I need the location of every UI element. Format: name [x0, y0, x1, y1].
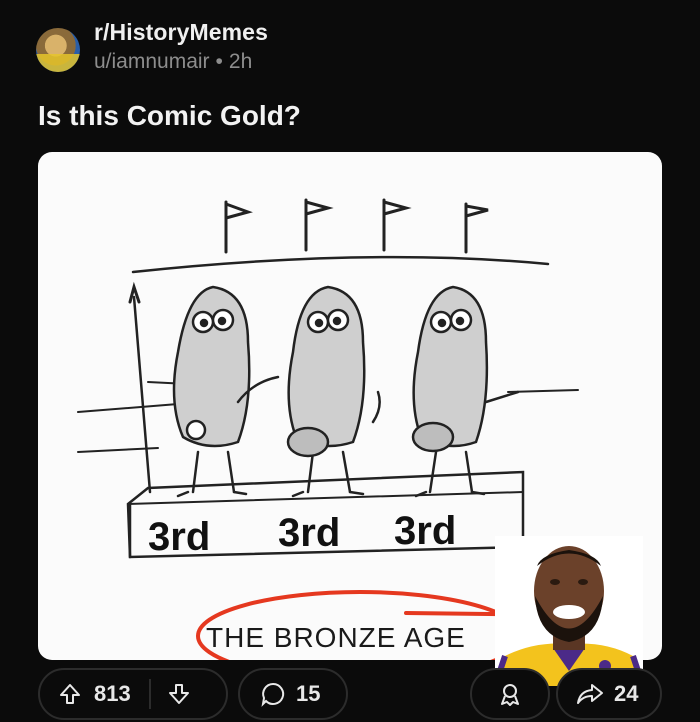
award-icon: [497, 681, 523, 707]
podium-label-2: 3rd: [278, 511, 340, 555]
downvote-icon[interactable]: [167, 682, 191, 706]
caveman-2: [286, 285, 381, 498]
upvote-icon[interactable]: [58, 682, 82, 706]
vote-divider: [148, 679, 151, 709]
podium-label-3: 3rd: [394, 509, 456, 553]
flag-1: [224, 200, 253, 254]
vote-pill: 813: [38, 668, 228, 720]
post-age: 2h: [228, 50, 253, 73]
flag-3: [382, 198, 412, 252]
author-name[interactable]: u/iamnumair: [94, 50, 210, 73]
podium-label-1: 3rd: [148, 515, 210, 559]
flag-4: [464, 202, 489, 254]
action-bar: 813 15 24: [0, 668, 700, 722]
award-button[interactable]: [470, 668, 550, 720]
upvote-count: 813: [94, 681, 131, 706]
comment-icon: [260, 681, 286, 707]
caveman-3: [411, 285, 520, 498]
post-byline: u/iamnumair • 2h: [94, 50, 268, 74]
comments-button[interactable]: 15: [238, 668, 348, 720]
comment-count: 15: [296, 681, 321, 706]
post-header: r/HistoryMemes u/iamnumair • 2h: [36, 18, 268, 74]
flag-2: [304, 198, 334, 252]
separator: •: [215, 50, 223, 73]
share-button[interactable]: 24: [556, 668, 662, 720]
post-meta: r/HistoryMemes u/iamnumair • 2h: [94, 18, 268, 74]
share-count: 24: [614, 681, 639, 706]
subreddit-avatar[interactable]: [36, 28, 80, 72]
pasted-person-photo[interactable]: [495, 536, 643, 686]
subreddit-name[interactable]: r/HistoryMemes: [94, 18, 268, 46]
caveman-1: [172, 285, 280, 498]
comic-caption: THE BRONZE AGE: [206, 622, 466, 653]
share-icon: [576, 682, 604, 706]
post-title[interactable]: Is this Comic Gold?: [38, 100, 301, 132]
